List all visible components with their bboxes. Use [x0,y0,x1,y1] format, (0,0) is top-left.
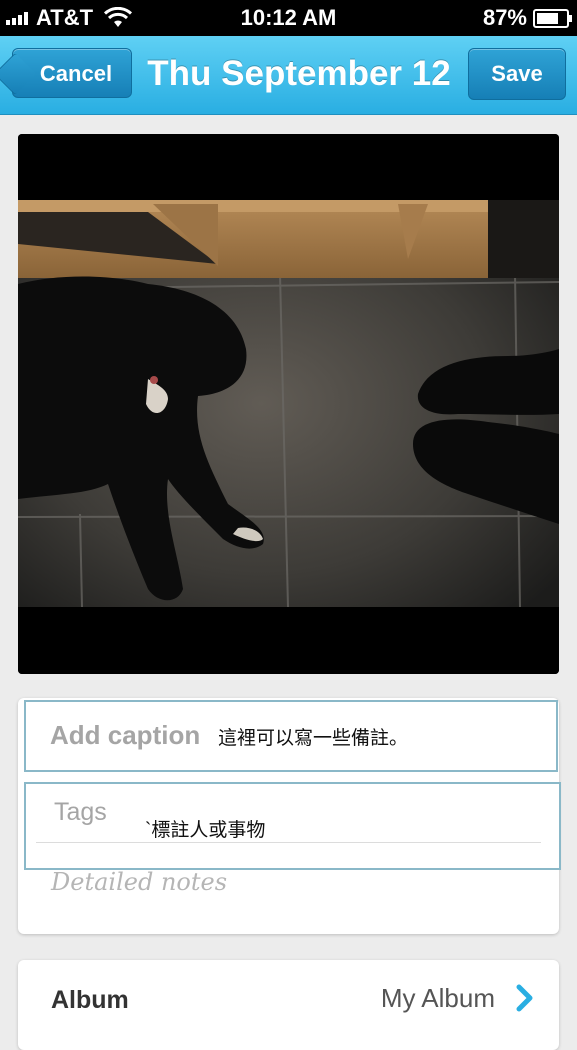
battery-icon [533,8,572,28]
page-title: Thu September 12 [147,54,451,93]
album-label: Album [51,986,129,1014]
field-divider [36,842,541,843]
cancel-button[interactable]: Cancel [12,48,132,98]
photo-preview[interactable] [18,134,559,674]
battery-fill [537,12,558,24]
save-button[interactable]: Save [468,48,566,100]
caption-value: 這裡可以寫一些備註。 [218,728,409,749]
status-right: 87% [482,5,572,31]
tags-value: `標註人或事物 [145,820,266,841]
status-bar: AT&T 10:12 AM 87% [0,0,577,36]
caption-placeholder: Add caption [50,720,201,750]
photo-image [18,134,559,674]
chevron-right-icon [516,984,533,1012]
tags-placeholder: Tags [54,798,107,826]
navigation-bar: Cancel Thu September 12 Save [0,36,577,115]
cancel-button-label: Cancel [39,61,113,86]
album-value: My Album [380,983,495,1013]
detailed-notes-field[interactable]: Detailed notes [51,868,227,896]
battery-percent: 87% [482,5,527,30]
